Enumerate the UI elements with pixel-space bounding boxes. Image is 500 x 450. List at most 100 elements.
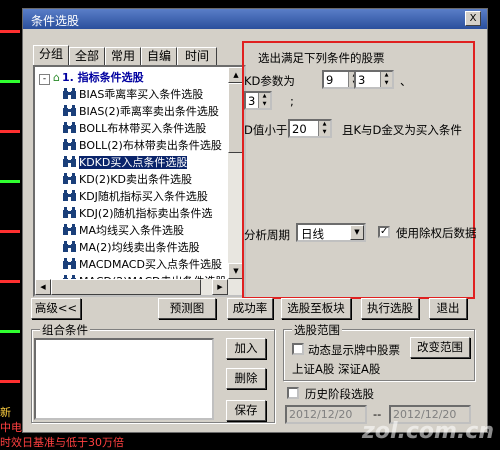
- history-start-date[interactable]: 2012/12/20: [285, 405, 367, 424]
- stock-range-group: 选股范围 动态显示牌中股票 改变范围 上证A股 深证A股: [283, 322, 475, 381]
- adjust-label: 使用除权后数据: [396, 226, 477, 240]
- delete-button[interactable]: 删除: [226, 368, 266, 389]
- binoculars-icon: [63, 139, 76, 150]
- binoculars-icon: [63, 207, 76, 218]
- exit-button[interactable]: 退出: [429, 298, 467, 319]
- history-label: 历史阶段选股: [305, 387, 374, 401]
- tree-item[interactable]: KDKD买入点条件选股: [63, 154, 188, 171]
- bg-mark: [0, 330, 20, 333]
- bg-mark: [0, 230, 20, 233]
- tab-time[interactable]: 时间: [177, 47, 217, 65]
- terminator: ;: [290, 94, 294, 108]
- tree-item-label: BIAS(2)乖离率卖出条件选股: [79, 105, 219, 118]
- bg-mark: [0, 280, 20, 283]
- scroll-left-button[interactable]: ◀: [35, 279, 51, 295]
- combo-conditions-list[interactable]: [34, 338, 214, 420]
- kd-param-3-spinner[interactable]: 3 ▲ ▼: [244, 91, 272, 110]
- kd-param-3-value: 3: [248, 94, 256, 108]
- tree-item[interactable]: BOLL布林带买入条件选股: [63, 120, 206, 137]
- change-range-button[interactable]: 改变范围: [410, 337, 470, 358]
- background-left: [0, 0, 24, 448]
- params-heading: 选出满足下列条件的股票: [258, 51, 385, 65]
- scroll-right-button[interactable]: ▶: [212, 279, 228, 295]
- dynamic-checkbox[interactable]: [292, 343, 304, 355]
- collapse-icon[interactable]: -: [39, 74, 50, 85]
- spinner-arrows[interactable]: ▲▼: [318, 121, 330, 136]
- adjust-checkbox[interactable]: ✓: [378, 226, 390, 238]
- period-select[interactable]: 日线 ▼: [296, 223, 366, 242]
- binoculars-icon: [63, 224, 76, 235]
- tree-item-label: KDJ(2)随机指标卖出条件选: [79, 207, 213, 220]
- close-button[interactable]: X: [465, 11, 481, 26]
- condition-stock-dialog: 条件选股 X 分组 全部 常用 自编 时间 - ⌂ 1. 指标条件选股 BIAS乖离…: [22, 8, 488, 433]
- bg-mark: [0, 180, 20, 183]
- watermark: zol.com.cn: [362, 419, 494, 444]
- preview-button[interactable]: 预测图: [158, 298, 216, 319]
- binoculars-icon: [63, 173, 76, 184]
- tree-item-label: MA均线买入条件选股: [79, 224, 185, 237]
- market-range: 上证A股 深证A股: [292, 362, 381, 376]
- binoculars-icon: [63, 258, 76, 269]
- spinner-arrows[interactable]: ▲▼: [258, 93, 270, 108]
- bg-mark: [0, 30, 20, 33]
- tab-custom[interactable]: 自编: [141, 47, 177, 65]
- tree-item[interactable]: KDJ随机指标买入条件选股: [63, 188, 208, 205]
- tab-group[interactable]: 分组: [33, 45, 69, 65]
- select-to-board-button[interactable]: 选股至板块: [281, 298, 351, 319]
- execute-button[interactable]: 执行选股: [361, 298, 419, 319]
- condition-tree[interactable]: - ⌂ 1. 指标条件选股 BIAS乖离率买入条件选股 BIAS(2)乖离率卖出条件选…: [33, 65, 246, 297]
- dynamic-label: 动态显示牌中股票: [308, 343, 400, 357]
- period-label: 分析周期: [244, 228, 290, 242]
- tree-item[interactable]: KDJ(2)随机指标卖出条件选: [63, 205, 213, 222]
- success-rate-button[interactable]: 成功率: [227, 298, 273, 319]
- tree-item-label: MA(2)均线卖出条件选股: [79, 241, 200, 254]
- tree-root[interactable]: - ⌂ 1. 指标条件选股: [39, 69, 144, 86]
- combo-conditions-group: 组合条件 加入 删除 保存: [31, 322, 275, 423]
- title-bar[interactable]: 条件选股 X: [23, 9, 487, 29]
- tab-common[interactable]: 常用: [105, 47, 141, 65]
- history-checkbox[interactable]: [287, 387, 299, 399]
- binoculars-icon: [63, 122, 76, 133]
- period-value: 日线: [301, 227, 324, 241]
- spinner-arrows[interactable]: ▲▼: [380, 72, 392, 87]
- home-icon: ⌂: [53, 71, 60, 84]
- tree-item-label: KD(2)KD卖出条件选股: [79, 173, 192, 186]
- tree-root-label: 1. 指标条件选股: [61, 71, 144, 84]
- save-button[interactable]: 保存: [226, 400, 266, 421]
- tree-item-label: MACDMACD买入点条件选股: [79, 258, 222, 271]
- binoculars-icon: [63, 88, 76, 99]
- tree-horizontal-scrollbar[interactable]: ◀ ▶: [35, 279, 228, 295]
- tree-item-label: BOLL布林带买入条件选股: [79, 122, 207, 135]
- advanced-button[interactable]: 高级<<: [31, 298, 81, 319]
- bg-text-1: 新: [0, 406, 11, 419]
- tree-item[interactable]: MACDMACD买入点条件选股: [63, 256, 222, 273]
- hscroll-thumb[interactable]: [51, 279, 201, 295]
- tree-item[interactable]: BIAS乖离率买入条件选股: [63, 86, 203, 103]
- tree-item[interactable]: MA均线买入条件选股: [63, 222, 184, 239]
- kd-param-2-spinner[interactable]: 3 ▲ ▼: [354, 70, 394, 89]
- kd-param-1-value: 9: [326, 73, 334, 87]
- tree-item[interactable]: BOLL(2)布林带卖出条件选股: [63, 137, 222, 154]
- add-button[interactable]: 加入: [226, 338, 266, 359]
- tree-item-label: BOLL(2)布林带卖出条件选股: [79, 139, 222, 152]
- kd-param-2-value: 3: [358, 73, 366, 87]
- binoculars-icon: [63, 241, 76, 252]
- tree-item-label: KDKD买入点条件选股: [79, 156, 188, 169]
- tree-item[interactable]: MA(2)均线卖出条件选股: [63, 239, 200, 256]
- d-value-label: D值小于: [244, 123, 288, 137]
- tab-all[interactable]: 全部: [69, 47, 105, 65]
- binoculars-icon: [63, 156, 76, 167]
- bg-mark: [0, 130, 20, 133]
- tree-item-label: KDJ随机指标买入条件选股: [79, 190, 208, 203]
- bg-mark: [0, 80, 20, 83]
- binoculars-icon: [63, 190, 76, 201]
- d-condition-desc: 且K与D金叉为买入条件: [342, 123, 462, 137]
- tree-item[interactable]: KD(2)KD卖出条件选股: [63, 171, 192, 188]
- chevron-down-icon[interactable]: ▼: [350, 225, 364, 240]
- d-value-spinner[interactable]: 20 ▲ ▼: [288, 119, 332, 138]
- parameter-panel: 选出满足下列条件的股票 KD参数为 9 ▲▼ 、 3 ▲▼ 、 3 ▲▼ ; D…: [242, 41, 477, 299]
- tree-item-label: BIAS乖离率买入条件选股: [79, 88, 204, 101]
- d-value: 20: [292, 122, 307, 136]
- window-title: 条件选股: [31, 14, 80, 28]
- tree-item[interactable]: BIAS(2)乖离率卖出条件选股: [63, 103, 219, 120]
